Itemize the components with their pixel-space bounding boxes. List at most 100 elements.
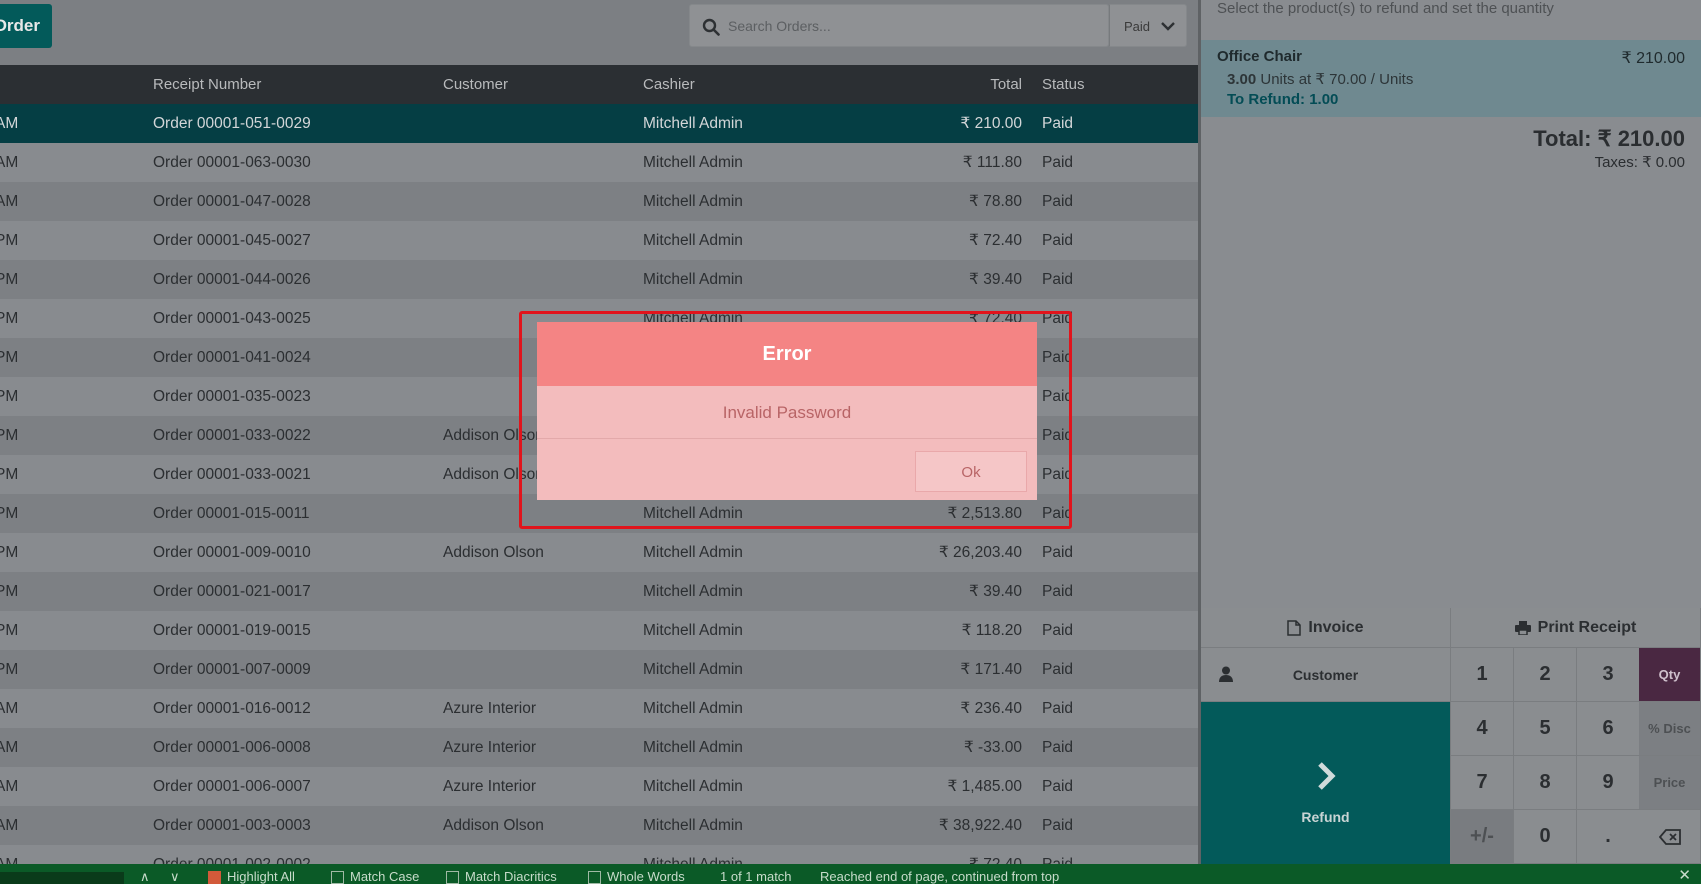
search-icon [702,18,720,36]
header-status: Status [1042,76,1085,93]
numpad-key-4[interactable]: 4 [1451,702,1514,756]
table-row[interactable]: AM Order 00001-047-0028 Mitchell Admin ₹ 78… [0,182,1198,221]
cell-receipt: Order 00001-063-0030 [153,154,311,171]
cell-status: Paid [1042,778,1074,795]
order-taxes: Taxes: ₹ 0.00 [1594,154,1685,171]
cell-total: ₹ 38,922.40 [938,817,1022,834]
customer-button[interactable]: Customer [1201,648,1451,702]
status-filter-value: Paid [1124,19,1151,34]
customer-label: Customer [1292,666,1359,683]
cell-customer: Azure Interior [443,739,537,756]
cell-receipt: Order 00001-044-0026 [153,271,311,288]
printer-icon [1514,620,1531,635]
numpad-key-3[interactable]: 3 [1577,648,1640,702]
table-row[interactable]: AM Order 00001-051-0029 Mitchell Admin ₹ 21… [0,104,1198,143]
cell-receipt: Order 00001-006-0008 [153,739,311,756]
cell-time: AM [0,739,19,756]
ok-button[interactable]: Ok [915,451,1027,492]
cell-cashier: Mitchell Admin [643,817,743,834]
cell-status: Paid [1042,544,1074,561]
table-row[interactable]: AM Order 00001-006-0007 Azure Interior Mitc… [0,767,1198,806]
cell-status: Paid [1042,154,1074,171]
invoice-button[interactable]: Invoice [1201,608,1451,648]
order-line-price: ₹ 210.00 [1621,50,1685,67]
cell-status: Paid [1042,622,1074,639]
table-row[interactable]: PM Order 00001-045-0027 Mitchell Admin ₹ 72… [0,221,1198,260]
cell-receipt: Order 00001-051-0029 [153,115,311,132]
cell-time: AM [0,115,19,132]
cell-customer: Addison Olson [443,817,544,834]
cell-status: Paid [1042,466,1074,483]
cell-cashier: Mitchell Admin [643,193,743,210]
numpad-key-9[interactable]: 9 [1577,756,1640,810]
highlight-all-checkbox[interactable]: Highlight All [208,869,295,884]
cell-receipt: Order 00001-006-0007 [153,778,311,795]
mode-discount-button[interactable]: % Disc [1639,702,1701,756]
order-line-qty-value: 3.00 [1227,71,1257,88]
numpad-key-5[interactable]: 5 [1514,702,1577,756]
cell-total: ₹ 111.80 [962,154,1022,171]
cell-receipt: Order 00001-021-0017 [153,583,311,600]
cell-status: Paid [1042,310,1074,327]
match-case-label: Match Case [350,869,420,884]
cell-receipt: Order 00001-009-0010 [153,544,311,561]
checkbox-icon [446,871,459,884]
numpad-key-2[interactable]: 2 [1514,648,1577,702]
numpad-key-plus-minus[interactable]: +/- [1451,810,1514,864]
search-input[interactable]: Search Orders... [689,4,1109,47]
cell-receipt: Order 00001-019-0015 [153,622,311,639]
cell-receipt: Order 00001-015-0011 [153,505,310,522]
table-row[interactable]: AM Order 00001-063-0030 Mitchell Admin ₹ 11… [0,143,1198,182]
close-icon[interactable]: ✕ [1678,866,1691,884]
cell-time: AM [0,700,19,717]
dialog-message: Invalid Password [537,386,1037,439]
cell-status: Paid [1042,115,1074,132]
match-diacritics-label: Match Diacritics [465,869,557,884]
cell-total: ₹ 1,485.00 [947,778,1022,795]
mode-price-button[interactable]: Price [1639,756,1701,810]
numpad-backspace[interactable] [1639,810,1701,864]
find-input[interactable] [0,872,124,884]
find-previous-button[interactable]: ∧ [140,869,150,884]
find-next-button[interactable]: ∨ [170,869,180,884]
cell-status: Paid [1042,505,1074,522]
cell-time: PM [0,232,19,249]
print-receipt-button[interactable]: Print Receipt [1451,608,1701,648]
action-pad: Invoice Print Receipt Customer Refund 1 … [1201,608,1701,884]
numpad-key-6[interactable]: 6 [1577,702,1640,756]
checkbox-checked-icon [208,871,221,884]
numpad-key-8[interactable]: 8 [1514,756,1577,810]
cell-time: PM [0,427,19,444]
file-pdf-icon [1287,619,1302,636]
top-bar: Order Search Orders... Paid [0,0,1198,65]
find-bar: ∧ ∨ Highlight All Match Case Match Diacr… [0,864,1701,884]
cell-receipt: Order 00001-035-0023 [153,388,311,405]
cell-cashier: Mitchell Admin [643,115,743,132]
find-match-count: 1 of 1 match [720,869,792,884]
numpad-key-0[interactable]: 0 [1514,810,1577,864]
cell-receipt: Order 00001-007-0009 [153,661,311,678]
table-row[interactable]: PM Order 00001-044-0026 Mitchell Admin ₹ 39… [0,260,1198,299]
status-filter-select[interactable]: Paid [1109,4,1187,47]
match-diacritics-checkbox[interactable]: Match Diacritics [446,869,557,884]
order-line[interactable]: Office Chair ₹ 210.00 3.00 Units at ₹ 70… [1201,40,1701,117]
table-row[interactable]: AM Order 00001-003-0003 Addison Olson Mitch… [0,806,1198,845]
cell-time: PM [0,505,19,522]
cell-customer: Azure Interior [443,778,537,795]
mode-qty-button[interactable]: Qty [1639,648,1701,702]
cell-status: Paid [1042,583,1074,600]
cell-status: Paid [1042,661,1074,678]
numpad-key-dot[interactable]: . [1577,810,1640,864]
find-status: Reached end of page, continued from top [820,869,1060,884]
match-case-checkbox[interactable]: Match Case [331,869,419,884]
chevron-right-icon [1317,761,1336,790]
cell-cashier: Mitchell Admin [643,232,743,249]
refund-button[interactable]: Refund [1201,702,1451,884]
new-order-button[interactable]: Order [0,4,52,48]
cell-total: ₹ 39.40 [969,271,1022,288]
whole-words-checkbox[interactable]: Whole Words [588,869,685,884]
cell-time: AM [0,193,19,210]
numpad-key-1[interactable]: 1 [1451,648,1514,702]
numpad-key-7[interactable]: 7 [1451,756,1514,810]
cell-time: PM [0,661,19,678]
